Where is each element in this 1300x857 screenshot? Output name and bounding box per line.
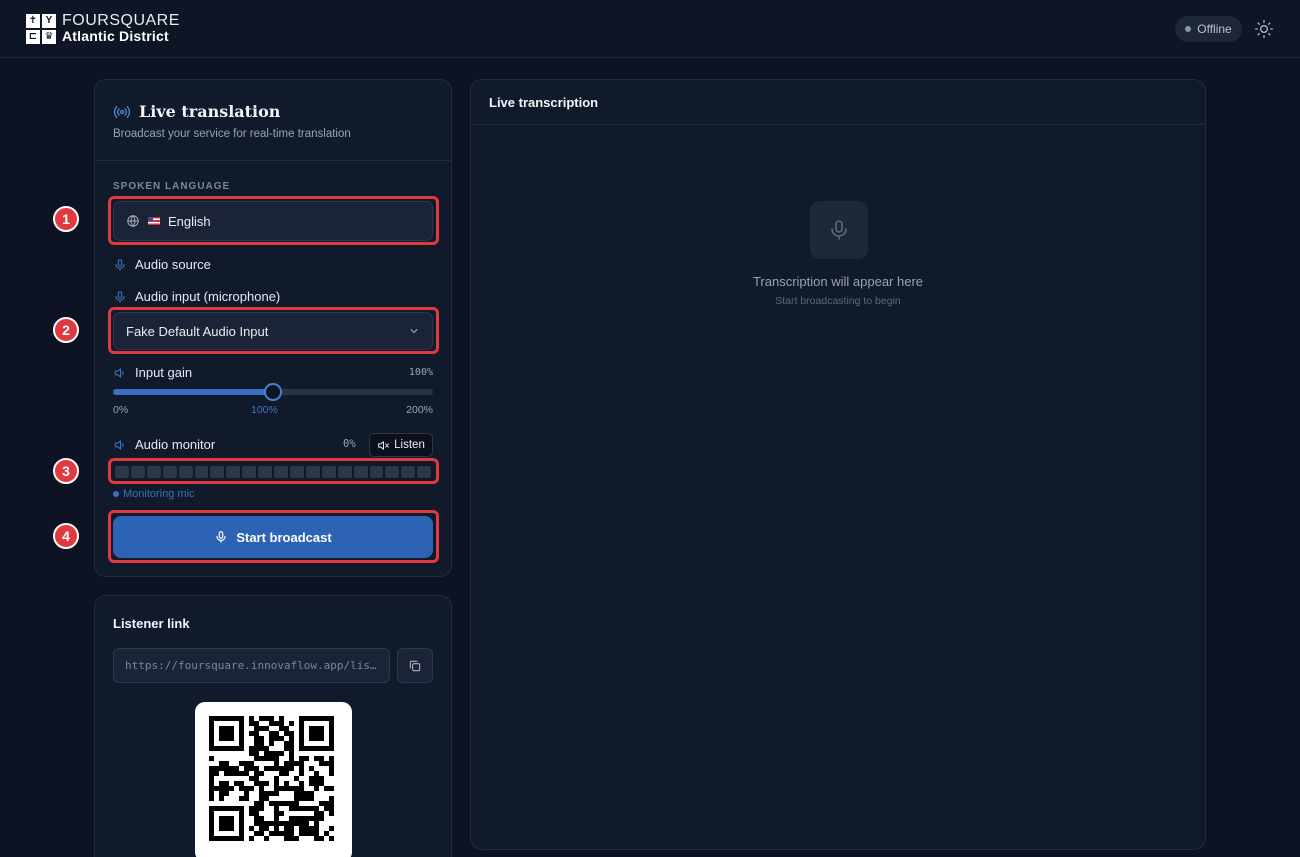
monitor-percent: 0% <box>343 438 356 450</box>
card-title: Live translation <box>139 102 281 121</box>
listener-link-card: Listener link https://foursquare.innovaf… <box>94 595 452 857</box>
spoken-language-label: SPOKEN LANGUAGE <box>113 181 231 192</box>
foursquare-logo[interactable]: ✝ Y ⊏ ♛ FOURSQUARE Atlantic District <box>26 13 180 44</box>
highlight-box-2 <box>108 307 439 354</box>
gain-tick-mid: 100% <box>251 404 278 416</box>
microphone-icon <box>113 258 127 272</box>
monitoring-label: Monitoring mic <box>123 488 195 500</box>
logo-line2: Atlantic District <box>62 28 169 44</box>
theme-toggle-sun-icon[interactable] <box>1254 19 1274 39</box>
logo-line1: FOURSQUARE <box>62 12 180 29</box>
qr-code <box>195 702 352 857</box>
status-label: Offline <box>1197 22 1232 36</box>
gain-tick-min: 0% <box>113 404 129 416</box>
divider <box>95 160 451 161</box>
monitoring-status: Monitoring mic <box>113 488 195 500</box>
audio-input-row: Audio input (microphone) <box>113 289 280 304</box>
highlight-box-3 <box>108 458 439 484</box>
slider-thumb[interactable] <box>264 383 282 401</box>
audio-monitor-row: Audio monitor <box>113 437 215 452</box>
listen-label: Listen <box>394 439 425 451</box>
transcription-placeholder: Transcription will appear here <box>752 274 924 289</box>
monitoring-dot-icon <box>113 491 119 497</box>
microphone-icon <box>113 290 127 304</box>
audio-monitor-label: Audio monitor <box>135 437 216 452</box>
divider <box>471 124 1205 125</box>
status-dot-icon <box>1185 26 1192 32</box>
speaker-icon <box>113 366 127 380</box>
live-transcription-card: Live transcription Transcription will ap… <box>470 79 1206 850</box>
audio-input-label: Audio input (microphone) <box>135 289 281 304</box>
speaker-icon <box>113 438 127 452</box>
annotation-badge-2: 2 <box>53 317 79 343</box>
logo-mark: ✝ Y ⊏ ♛ <box>26 13 56 44</box>
microphone-placeholder-icon <box>810 201 868 259</box>
annotation-badge-3: 3 <box>53 458 79 484</box>
input-gain-slider[interactable] <box>113 383 433 401</box>
input-gain-value: 100% <box>408 367 433 378</box>
copy-icon <box>408 659 422 673</box>
audio-source-row: Audio source <box>113 257 211 272</box>
broadcast-radio-icon <box>113 103 131 121</box>
gain-tick-max: 200% <box>406 404 433 416</box>
listener-url-input[interactable]: https://foursquare.innovaflow.app/lis… <box>113 648 390 683</box>
listen-button[interactable]: Listen <box>369 433 433 457</box>
mute-speaker-icon <box>377 439 390 452</box>
transcription-hint: Start broadcasting to begin <box>775 295 901 307</box>
highlight-box-4 <box>108 510 439 563</box>
connection-status-badge: Offline <box>1175 16 1242 42</box>
transcription-title: Live transcription <box>489 95 599 110</box>
copy-link-button[interactable] <box>397 648 433 683</box>
input-gain-row: Input gain <box>113 365 192 380</box>
annotation-badge-4: 4 <box>53 523 79 549</box>
input-gain-label: Input gain <box>135 365 193 380</box>
slider-fill <box>113 389 273 395</box>
listener-link-title: Listener link <box>113 616 190 631</box>
annotation-badge-1: 1 <box>53 206 79 232</box>
highlight-box-1 <box>108 196 439 245</box>
app-header: ✝ Y ⊏ ♛ FOURSQUARE Atlantic District Off… <box>0 0 1300 58</box>
audio-source-label: Audio source <box>135 257 211 272</box>
card-subtitle: Broadcast your service for real-time tra… <box>113 128 351 140</box>
